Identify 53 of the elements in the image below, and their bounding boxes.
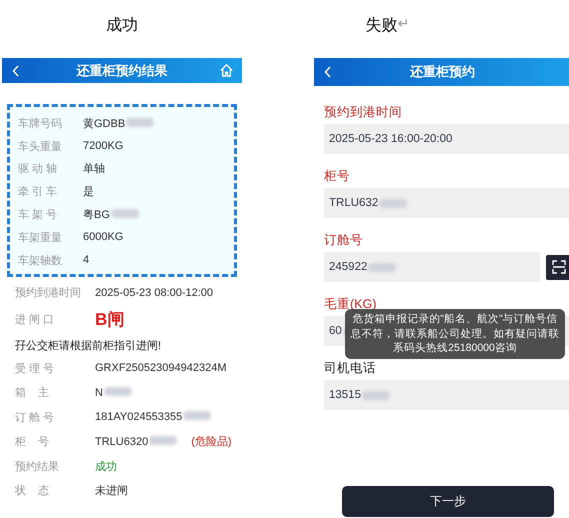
home-icon[interactable]	[219, 63, 234, 78]
field-label: 车 架 号	[18, 208, 58, 222]
field-value: 4	[83, 254, 90, 266]
field-label: 柜号	[324, 168, 351, 184]
field-value: 6000KG	[83, 231, 124, 244]
scan-icon	[552, 260, 566, 274]
field-value: N	[95, 386, 132, 399]
field-label: 驱 动 轴	[18, 162, 58, 176]
error-toast: 危货箱申报记录的"船名、航次"与订舱号信息不符，请联系船公司处理。如有疑问请联系码头热线25180000咨询	[345, 309, 565, 360]
field-value: GRXF250523094942324M	[95, 362, 226, 374]
field-value: 181AY024553355	[95, 411, 212, 424]
field-value: 7200KG	[83, 140, 124, 152]
field-label: 牵 引 车	[18, 185, 58, 200]
back-icon[interactable]	[12, 64, 20, 76]
notice-text: 孖公交柜请根据前柜指引进闸!	[15, 338, 162, 354]
field-label: 预约到港时间	[324, 104, 403, 120]
field-value: TRLU6320	[95, 436, 178, 448]
back-icon[interactable]	[324, 66, 332, 78]
field-value: 黄GDBB	[83, 116, 154, 131]
field-label: 状 态	[15, 484, 50, 498]
field-label: 司机电话	[324, 360, 377, 376]
paragraph-mark: ↵	[398, 15, 410, 32]
input-field[interactable]: TRLU632	[324, 188, 569, 218]
header-title: 还重柜预约	[410, 63, 475, 81]
scan-button[interactable]	[546, 254, 569, 280]
field-value: 成功	[95, 460, 117, 474]
field-value: 粤BG	[83, 207, 139, 222]
field-label: 箱 主	[15, 386, 50, 400]
hazard-tag: (危险品)	[191, 434, 232, 450]
input-field[interactable]: 13515	[324, 380, 569, 410]
field-value: 未进闸	[95, 484, 128, 498]
next-button[interactable]: 下一步	[342, 486, 554, 517]
field-value: 2025-05-23 08:00-12:00	[95, 286, 214, 299]
header-title: 还重柜预约结果	[76, 62, 168, 80]
field-label: 毛重(KG)	[324, 296, 378, 312]
field-label: 车头重量	[18, 140, 63, 154]
field-value: B闸	[95, 309, 124, 332]
input-field[interactable]: 245922	[324, 252, 540, 282]
caption: 失败	[366, 16, 398, 36]
field-label: 订 舱 号	[15, 410, 56, 425]
field-label: 订舱号	[324, 232, 364, 248]
input-field[interactable]: 2025-05-23 16:00-20:00	[324, 124, 569, 154]
caption: 成功	[106, 16, 138, 36]
field-label: 受 理 号	[15, 362, 56, 376]
field-label: 预约结果	[15, 460, 60, 474]
field-label: 预约到港时间	[15, 286, 82, 300]
field-value: 单轴	[83, 162, 105, 176]
field-value: 是	[83, 185, 94, 200]
field-label: 车架重量	[18, 230, 63, 245]
field-label: 柜 号	[15, 435, 50, 450]
field-label: 车架轴数	[18, 254, 63, 268]
field-label: 车牌号码	[18, 116, 63, 131]
field-label: 进 闸 口	[15, 313, 56, 328]
